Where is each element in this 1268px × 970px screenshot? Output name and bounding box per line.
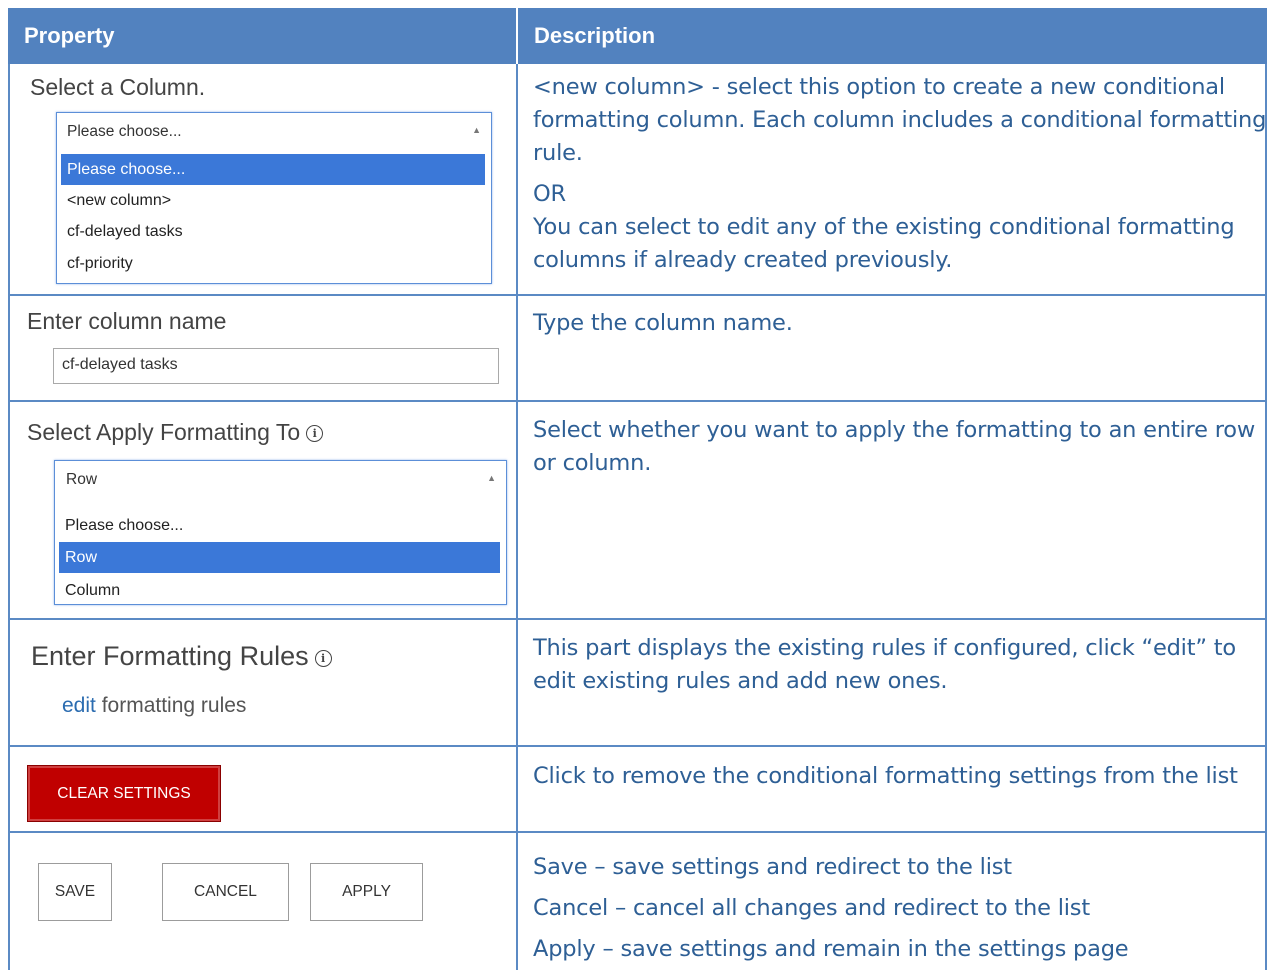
row1-description: <new column> - select this option to cre… <box>533 71 1266 277</box>
desc-line: This part displays the existing rules if… <box>533 635 1236 661</box>
desc-line: OR <box>533 181 566 207</box>
desc-line: columns if already created previously. <box>533 247 953 273</box>
apply-formatting-value: Row <box>66 471 98 488</box>
cancel-button[interactable]: CANCEL <box>162 863 289 921</box>
apply-formatting-dropdown[interactable]: Row ▲ Please choose... Row Column <box>54 460 507 605</box>
apply-button[interactable]: APPLY <box>310 863 423 921</box>
desc-line: Cancel – cancel all changes and redirect… <box>533 895 1090 921</box>
option-please-choose[interactable]: Please choose... <box>59 510 500 541</box>
dropdown-arrow-icon[interactable]: ▲ <box>472 125 481 135</box>
clear-settings-button[interactable]: CLEAR SETTINGS <box>27 765 221 822</box>
desc-line: formatting column. Each column includes … <box>533 107 1267 133</box>
option-cf-priority[interactable]: cf-priority <box>61 248 485 279</box>
column-name-input[interactable]: cf-delayed tasks <box>53 348 499 384</box>
column-divider <box>516 64 518 970</box>
row6-description: Save – save settings and redirect to the… <box>533 847 1129 970</box>
save-button[interactable]: SAVE <box>38 863 112 921</box>
row-divider <box>8 294 1267 296</box>
desc-line: Apply – save settings and remain in the … <box>533 936 1129 962</box>
table-left-border <box>8 64 10 970</box>
row-divider <box>8 831 1267 833</box>
desc-line: You can select to edit any of the existi… <box>533 214 1235 240</box>
column-name-label: Enter column name <box>27 308 227 334</box>
formatting-rules-label: Enter Formatting Rules i <box>31 641 332 672</box>
desc-line: or column. <box>533 450 652 476</box>
info-icon[interactable]: i <box>306 425 324 442</box>
formatting-rules-label-text: Enter Formatting Rules <box>31 641 309 671</box>
desc-line: edit existing rules and add new ones. <box>533 668 948 694</box>
row-divider <box>8 745 1267 747</box>
info-icon[interactable]: i <box>314 650 332 667</box>
option-cf-delayed-tasks[interactable]: cf-delayed tasks <box>61 216 485 247</box>
header-description: Description <box>518 8 1267 64</box>
select-column-value: Please choose... <box>67 123 182 140</box>
property-table: Property Description Select a Column. Pl… <box>8 8 1267 970</box>
row-divider <box>8 400 1267 402</box>
row5-description: Click to remove the conditional formatti… <box>533 763 1238 789</box>
row-divider <box>8 618 1267 620</box>
option-please-choose[interactable]: Please choose... <box>61 154 485 185</box>
desc-line: Save – save settings and redirect to the… <box>533 854 1012 880</box>
apply-formatting-label-text: Select Apply Formatting To <box>27 419 301 445</box>
dropdown-arrow-icon[interactable]: ▲ <box>487 473 496 483</box>
option-column[interactable]: Column <box>59 575 500 606</box>
option-row[interactable]: Row <box>59 542 500 573</box>
header-property: Property <box>8 8 516 64</box>
desc-line: rule. <box>533 140 583 166</box>
edit-link[interactable]: edit <box>62 694 96 717</box>
row4-description: This part displays the existing rules if… <box>533 632 1236 698</box>
select-column-label: Select a Column. <box>30 74 206 100</box>
option-new-column[interactable]: <new column> <box>61 185 485 216</box>
row3-description: Select whether you want to apply the for… <box>533 414 1255 480</box>
desc-line: Select whether you want to apply the for… <box>533 417 1256 443</box>
edit-formatting-rules: edit formatting rules <box>62 694 246 718</box>
edit-suffix: formatting rules <box>101 694 247 717</box>
desc-line: <new column> - select this option to cre… <box>533 74 1225 100</box>
select-column-dropdown[interactable]: Please choose... ▲ Please choose... <new… <box>56 112 492 284</box>
row2-description: Type the column name. <box>533 310 793 336</box>
apply-formatting-label: Select Apply Formatting To i <box>27 419 324 446</box>
